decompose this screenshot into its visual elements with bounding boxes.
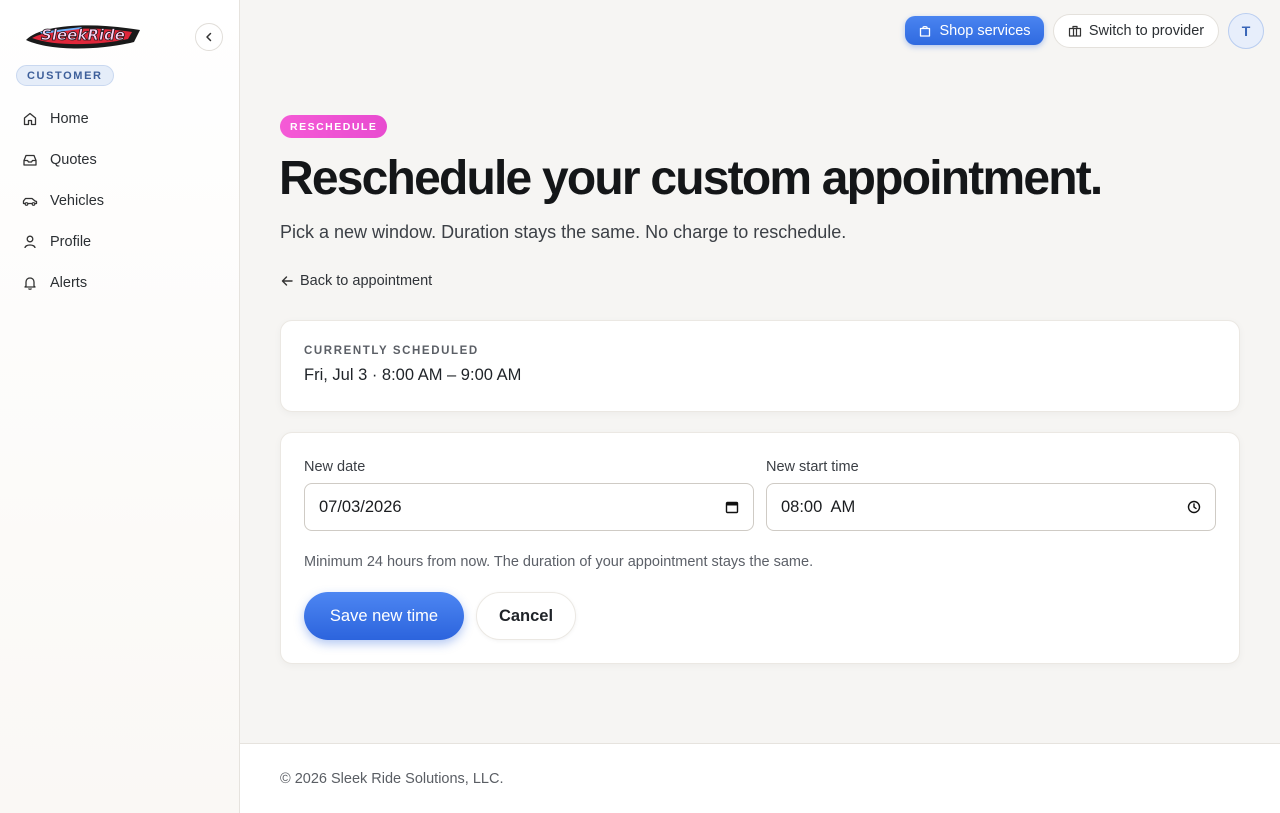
logo-graphic: SleekRide [26, 25, 140, 49]
sidebar: SleekRide CUSTOMER Home Quotes Vehicles … [0, 0, 240, 813]
new-date-input[interactable]: 07/03/2026 [304, 483, 754, 531]
logo-text: SleekRide [41, 26, 125, 44]
switch-to-provider-label: Switch to provider [1088, 23, 1205, 39]
shop-services-button[interactable]: Shop services [905, 16, 1044, 45]
new-start-time-label: New start time [766, 459, 859, 475]
back-to-appointment-link[interactable]: Back to appointment [280, 273, 432, 289]
sidebar-item-profile[interactable]: Profile [12, 221, 228, 262]
footer-copyright: © 2026 Sleek Ride Solutions, LLC. [280, 771, 504, 787]
page-title: Reschedule your custom appointment. [279, 152, 1103, 205]
inbox-icon [23, 154, 37, 166]
sidebar-item-label: Profile [50, 233, 92, 250]
sidebar-item-label: Vehicles [50, 192, 105, 209]
sidebar-item-vehicles[interactable]: Vehicles [12, 180, 228, 221]
role-badge: CUSTOMER [16, 65, 114, 86]
avatar[interactable]: T [1228, 13, 1264, 49]
reschedule-form-card: New date 07/03/2026 New start time 08:00… [280, 432, 1240, 664]
sidebar-item-quotes[interactable]: Quotes [12, 139, 228, 180]
clock-icon[interactable] [1187, 500, 1201, 514]
collapse-sidebar-button[interactable] [195, 23, 223, 51]
brand-logo[interactable]: SleekRide [22, 18, 144, 54]
home-icon [23, 112, 37, 125]
calendar-icon[interactable] [725, 500, 739, 514]
sidebar-item-home[interactable]: Home [12, 98, 228, 139]
footer: © 2026 Sleek Ride Solutions, LLC. [240, 743, 1280, 813]
briefcase-icon [1068, 25, 1081, 37]
sidebar-item-label: Home [50, 110, 89, 127]
reschedule-pill: RESCHEDULE [280, 115, 388, 138]
sidebar-nav: Home Quotes Vehicles Profile Alerts [12, 98, 228, 303]
current-schedule-card: CURRENTLY SCHEDULED Fri, Jul 3 · 8:00 AM… [280, 320, 1240, 412]
switch-to-provider-button[interactable]: Switch to provider [1053, 14, 1219, 48]
sidebar-item-label: Alerts [50, 274, 88, 291]
bell-icon [24, 276, 36, 290]
sidebar-item-alerts[interactable]: Alerts [12, 262, 228, 303]
new-date-label: New date [304, 459, 366, 475]
new-start-time-value: 08:00 AM [781, 497, 856, 516]
new-date-value: 07/03/2026 [319, 497, 402, 516]
car-icon [22, 197, 38, 206]
user-icon [24, 235, 36, 248]
page-subtitle: Pick a new window. Duration stays the sa… [280, 222, 847, 242]
back-link-label: Back to appointment [300, 273, 433, 289]
cancel-button[interactable]: Cancel [476, 592, 576, 640]
sidebar-item-label: Quotes [50, 151, 97, 168]
shopping-bag-icon [920, 25, 931, 37]
save-new-time-button[interactable]: Save new time [304, 592, 464, 640]
form-hint: Minimum 24 hours from now. The duration … [304, 554, 814, 570]
current-schedule-label: CURRENTLY SCHEDULED [304, 345, 479, 357]
shop-services-label: Shop services [939, 22, 1031, 39]
current-schedule-value: Fri, Jul 3 · 8:00 AM – 9:00 AM [304, 366, 522, 384]
new-start-time-input[interactable]: 08:00 AM [766, 483, 1216, 531]
chevron-left-icon [206, 32, 212, 42]
arrow-left-icon [281, 276, 293, 286]
